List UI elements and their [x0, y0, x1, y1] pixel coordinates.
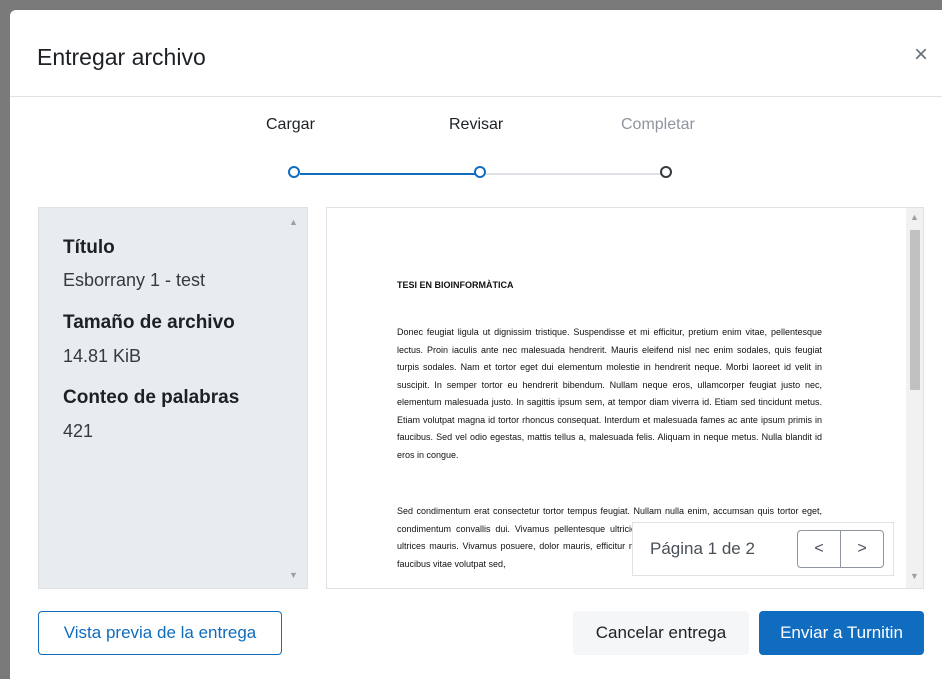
- next-page-button[interactable]: >: [840, 530, 884, 568]
- submit-file-dialog: Entregar archivo × Cargar Revisar Comple…: [10, 10, 942, 679]
- scroll-down-icon[interactable]: ▼: [289, 570, 298, 580]
- title-heading: Título: [63, 237, 115, 258]
- word-count-value: 421: [63, 421, 94, 441]
- dialog-title: Entregar archivo: [37, 44, 206, 70]
- file-size-value: 14.81 KiB: [63, 346, 142, 366]
- close-icon[interactable]: ×: [914, 43, 928, 67]
- file-size-heading: Tamaño de archivo: [63, 312, 235, 333]
- step-dot-complete: [660, 166, 672, 178]
- document-paragraph: Donec feugiat ligula ut dignissim tristi…: [397, 327, 822, 460]
- submission-preview-button[interactable]: Vista previa de la entrega: [38, 611, 282, 655]
- scroll-down-icon[interactable]: ▼: [910, 571, 919, 581]
- document-title: TESI EN BIOINFORMÀTICA: [397, 280, 514, 290]
- scrollbar-thumb[interactable]: [910, 230, 920, 390]
- scroll-up-icon[interactable]: ▲: [289, 217, 298, 227]
- step-connector-pending: [486, 173, 666, 175]
- page-navigator: Página 1 de 2 < >: [632, 522, 894, 576]
- step-label-complete: Completar: [621, 116, 695, 133]
- step-label-upload: Cargar: [266, 116, 315, 133]
- dialog-header: Entregar archivo ×: [10, 10, 942, 97]
- step-dot-upload: [288, 166, 300, 178]
- page-indicator: Página 1 de 2: [650, 539, 755, 558]
- title-value: Esborrany 1 - test: [63, 270, 206, 290]
- document-preview[interactable]: TESI EN BIOINFORMÀTICA Donec feugiat lig…: [326, 207, 924, 589]
- file-details-panel: Título Esborrany 1 - test Tamaño de arch…: [38, 207, 308, 589]
- step-dot-review: [474, 166, 486, 178]
- send-to-turnitin-button[interactable]: Enviar a Turnitin: [759, 611, 924, 655]
- scroll-up-icon[interactable]: ▲: [910, 212, 919, 222]
- step-connector-done: [300, 173, 476, 175]
- cancel-submission-button[interactable]: Cancelar entrega: [573, 611, 749, 655]
- step-label-review: Revisar: [449, 116, 504, 133]
- preview-scrollbar[interactable]: ▲ ▼: [906, 208, 923, 588]
- previous-page-button[interactable]: <: [797, 530, 841, 568]
- word-count-heading: Conteo de palabras: [63, 387, 240, 408]
